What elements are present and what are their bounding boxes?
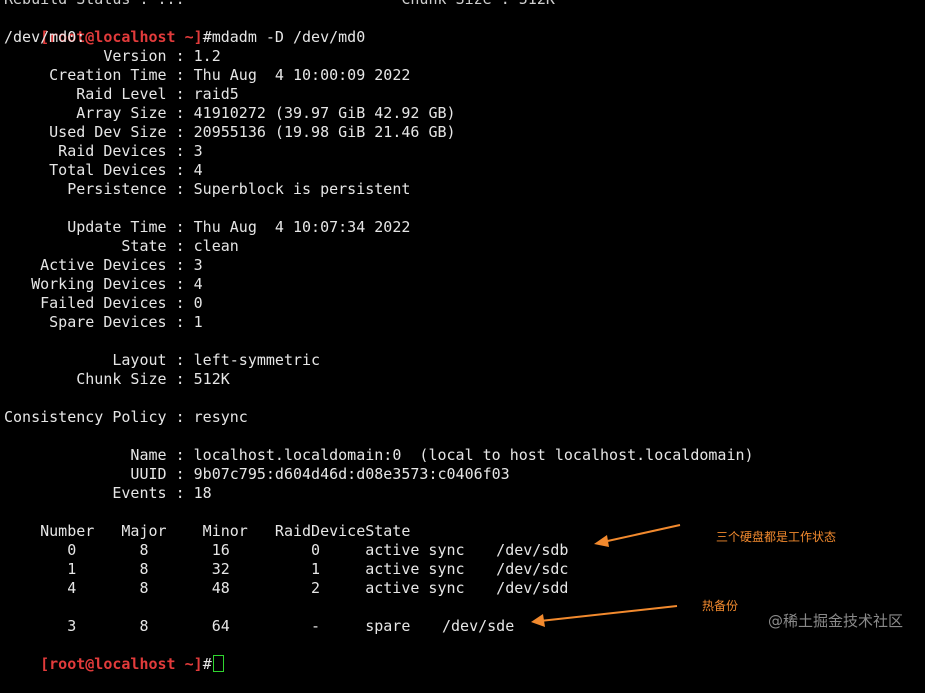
prompt-symbol: # [202, 655, 212, 673]
terminal-cursor [212, 655, 224, 672]
arrow-to-active-disks [594, 524, 681, 547]
annotation-spare: 热备份 [702, 599, 739, 613]
arrow-to-spare-disk [531, 605, 678, 627]
watermark: @稀土掘金技术社区 [767, 612, 903, 630]
shell-prompt: [root@localhost ~] [40, 655, 203, 673]
annotation-arrows [531, 524, 681, 627]
annotation-active-disks: 三个硬盘都是工作状态 [716, 530, 837, 544]
